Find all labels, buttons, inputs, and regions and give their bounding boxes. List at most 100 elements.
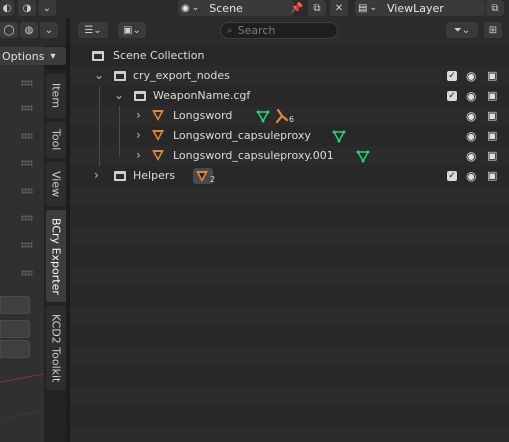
outliner-row-helpers[interactable]: › Helpers 2 ✓ ◉ ▣ xyxy=(70,166,509,186)
scene-dropdown-icon: ⌄ xyxy=(191,3,200,13)
mesh-data-icon[interactable] xyxy=(256,109,270,123)
filter-icon[interactable]: ⏷⌄ xyxy=(446,22,478,38)
row-label: Longsword_capsuleproxy xyxy=(173,129,311,142)
scene-name: Scene xyxy=(209,1,243,15)
shading-solid-icon[interactable]: ◐ xyxy=(0,0,14,16)
tree-guide-line xyxy=(99,106,100,126)
outliner-row-scene-collection[interactable]: Scene Collection xyxy=(70,46,509,66)
scene-icon: ◉ xyxy=(181,2,190,14)
search-placeholder: Search xyxy=(237,24,276,37)
collapsed-chevron-icon[interactable]: › xyxy=(94,168,99,182)
empty-row xyxy=(70,346,509,366)
options-chevron-icon: ▾ xyxy=(50,50,56,62)
row-label: Scene Collection xyxy=(113,49,205,62)
viewport-grid-lines xyxy=(0,373,44,421)
empty-row xyxy=(70,266,509,286)
modifier-count-badge: 6 xyxy=(289,115,295,124)
options-dropdown[interactable]: Options ▾ xyxy=(0,47,66,65)
panel-grip-icon[interactable] xyxy=(21,270,33,276)
camera-icon[interactable]: ▣ xyxy=(487,129,497,142)
child-count-badge: 2 xyxy=(210,175,216,184)
tree-guide-line xyxy=(119,146,120,156)
expanded-chevron-icon[interactable]: ⌄ xyxy=(94,68,104,82)
viewlayer-selector[interactable]: ▤ ⌄ ViewLayer xyxy=(355,0,485,16)
tree-guide-line xyxy=(119,126,120,146)
shading-look-icon[interactable]: ◍ xyxy=(20,22,38,38)
mesh-object-icon xyxy=(152,150,164,161)
collection-icon xyxy=(114,171,126,181)
collapsed-chevron-icon[interactable]: › xyxy=(136,128,141,142)
panel-grip-icon[interactable] xyxy=(21,215,33,221)
shading-material-icon[interactable]: ◑ xyxy=(18,0,36,16)
shading-dropdown-icon[interactable]: ⌄ xyxy=(38,0,56,16)
outliner-filter-mode-icon[interactable]: ▣⌄ xyxy=(118,22,146,38)
panel-grip-icon[interactable] xyxy=(21,188,33,194)
outliner-row-longsword-capsuleproxy[interactable]: › Longsword_capsuleproxy ◉ ▣ xyxy=(70,126,509,146)
outliner-row-longsword-capsuleproxy-001[interactable]: › Longsword_capsuleproxy.001 ◉ ▣ xyxy=(70,146,509,166)
tab-bcry-exporter[interactable]: BCry Exporter xyxy=(46,210,66,302)
new-viewlayer-icon[interactable]: ⧉ xyxy=(486,0,504,16)
viewlayer-dropdown-icon: ⌄ xyxy=(369,3,377,13)
outliner-row-longsword[interactable]: › Longsword 6 ◉ ▣ xyxy=(70,106,509,126)
delete-scene-icon[interactable]: ✕ xyxy=(330,0,348,16)
display-mode-icon[interactable]: ☰⌄ xyxy=(78,22,108,38)
collapsed-chevron-icon[interactable]: › xyxy=(136,148,141,162)
tab-tool[interactable]: Tool xyxy=(46,122,66,158)
panel-button[interactable] xyxy=(0,340,30,358)
eye-icon[interactable]: ◉ xyxy=(466,149,476,163)
search-icon: ⌕ xyxy=(227,25,233,36)
camera-icon[interactable]: ▣ xyxy=(487,169,497,182)
search-input[interactable]: ⌕ Search xyxy=(220,22,338,39)
panel-grip-icon[interactable] xyxy=(21,133,33,139)
options-label: Options xyxy=(2,49,45,63)
panel-grip-icon[interactable] xyxy=(21,80,33,86)
new-scene-icon[interactable]: ⧉ xyxy=(308,0,326,16)
row-label: Helpers xyxy=(133,169,176,182)
empty-row xyxy=(70,426,509,442)
camera-icon[interactable]: ▣ xyxy=(487,109,497,122)
mesh-data-icon[interactable] xyxy=(356,149,370,163)
mesh-data-icon[interactable] xyxy=(332,129,346,143)
tree-guide-line xyxy=(99,146,100,166)
eye-icon[interactable]: ◉ xyxy=(466,169,476,183)
eye-icon[interactable]: ◉ xyxy=(466,109,476,123)
shading-wire-icon[interactable]: ◯ xyxy=(0,22,18,38)
row-label: WeaponName.cgf xyxy=(153,89,251,102)
exclude-checkbox[interactable]: ✓ xyxy=(447,171,457,181)
collection-icon xyxy=(134,91,146,101)
pin-icon[interactable]: 📌 xyxy=(288,0,306,16)
tab-kcd2-toolkit[interactable]: KCD2 Toolkit xyxy=(46,306,66,390)
panel-grip-icon[interactable] xyxy=(21,105,33,111)
mesh-object-icon xyxy=(152,130,164,141)
exclude-checkbox[interactable]: ✓ xyxy=(447,91,457,101)
tab-view[interactable]: View xyxy=(46,162,66,206)
tab-item[interactable]: Item xyxy=(46,74,66,118)
new-collection-icon[interactable]: ⊞ xyxy=(484,22,502,38)
expanded-chevron-icon[interactable]: ⌄ xyxy=(114,88,124,102)
outliner-row-cry-export-nodes[interactable]: ⌄ cry_export_nodes ✓ ◉ ▣ xyxy=(70,66,509,86)
panel-grip-icon[interactable] xyxy=(21,160,33,166)
empty-row xyxy=(70,306,509,326)
camera-icon[interactable]: ▣ xyxy=(487,149,497,162)
viewlayer-name: ViewLayer xyxy=(387,1,444,15)
collapsed-chevron-icon[interactable]: › xyxy=(136,108,141,122)
camera-icon[interactable]: ▣ xyxy=(487,89,497,102)
panel-button[interactable] xyxy=(0,296,30,314)
tree-guide-line xyxy=(99,126,100,146)
camera-icon[interactable]: ▣ xyxy=(487,69,497,82)
panel-button[interactable] xyxy=(0,320,30,338)
panel-grip-icon[interactable] xyxy=(21,242,33,248)
empty-row xyxy=(70,226,509,246)
eye-icon[interactable]: ◉ xyxy=(466,69,476,83)
scene-selector[interactable]: ◉ ⌄ Scene xyxy=(178,0,294,16)
outliner-row-weaponname[interactable]: ⌄ WeaponName.cgf ✓ ◉ ▣ xyxy=(70,86,509,106)
row-label: Longsword_capsuleproxy.001 xyxy=(173,149,334,162)
shading-options-icon[interactable]: ⌄ xyxy=(40,22,58,38)
eye-icon[interactable]: ◉ xyxy=(466,89,476,103)
modifier-wrench-icon[interactable] xyxy=(275,108,289,124)
row-label: cry_export_nodes xyxy=(133,69,230,82)
viewlayer-icon: ▤ xyxy=(358,2,368,14)
exclude-checkbox[interactable]: ✓ xyxy=(447,71,457,81)
row-label: Longsword xyxy=(173,109,233,122)
eye-icon[interactable]: ◉ xyxy=(466,129,476,143)
